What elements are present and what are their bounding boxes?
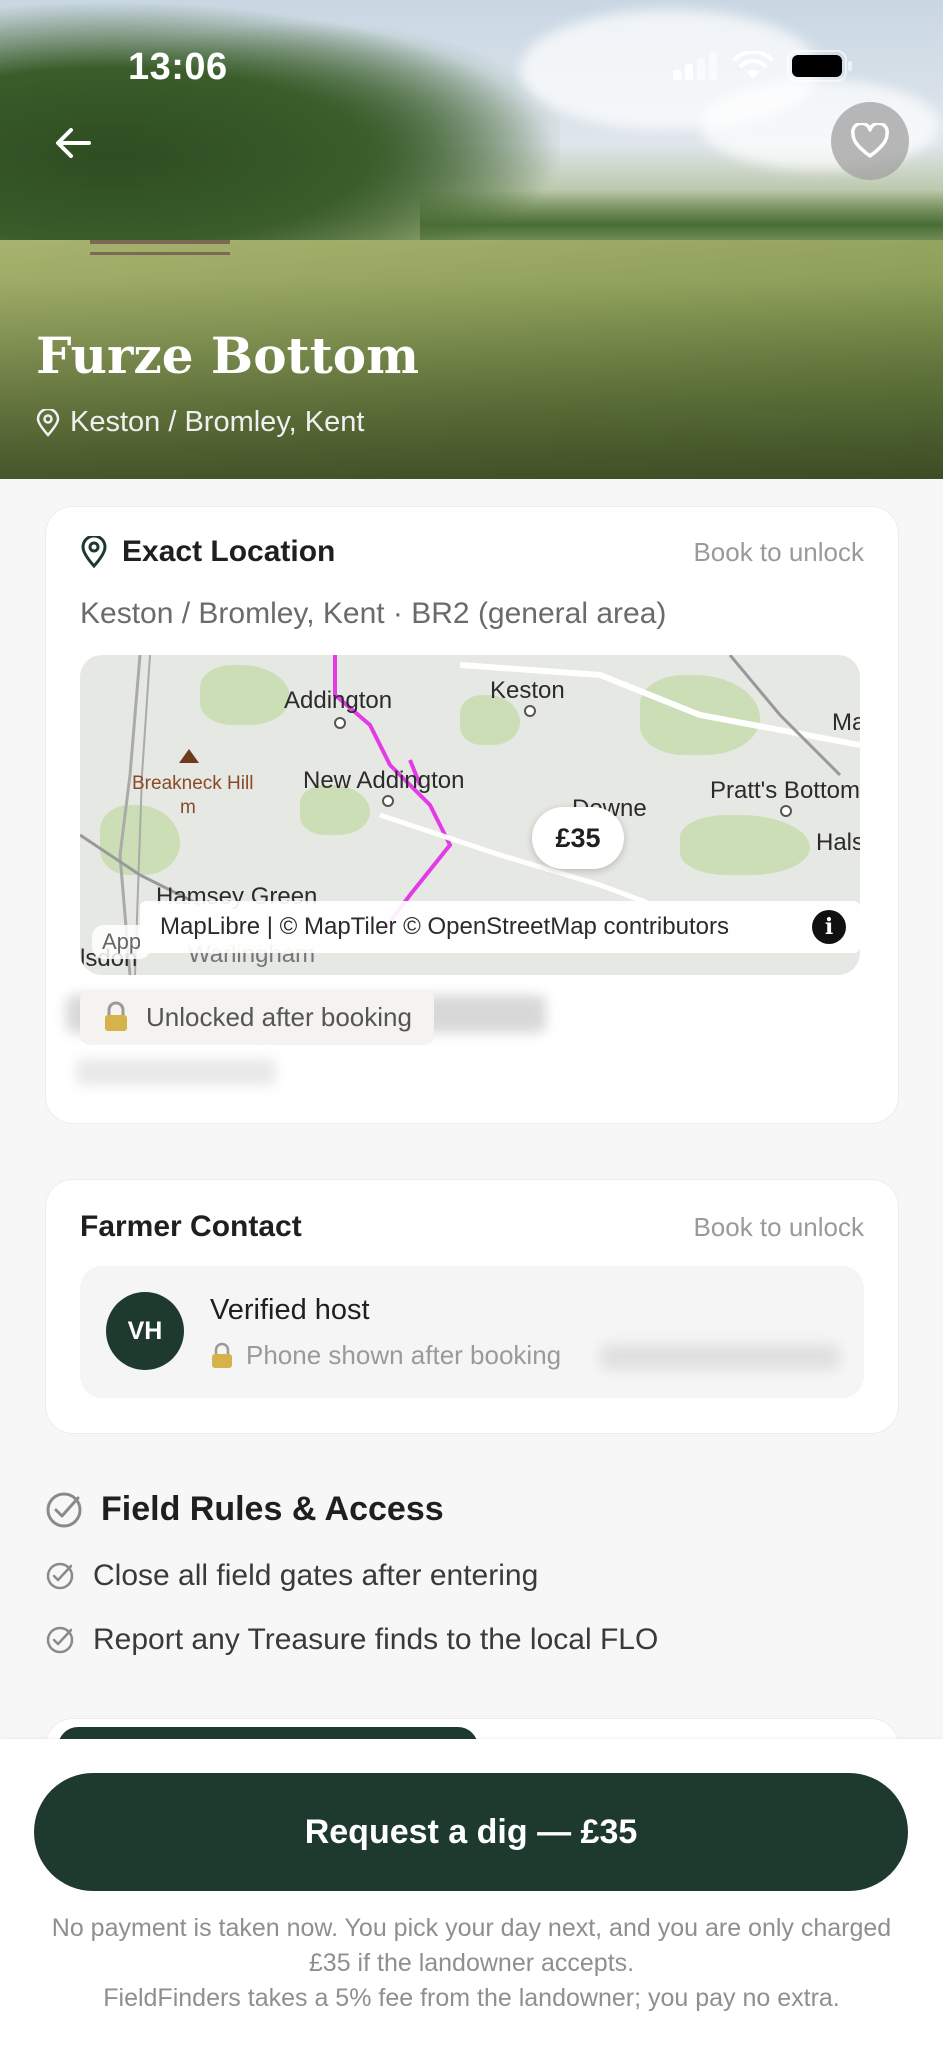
disclaimer-line: FieldFinders takes a 5% fee from the lan… xyxy=(103,1984,840,2012)
hero-fence xyxy=(90,252,230,255)
heart-icon xyxy=(851,123,889,158)
map-dot xyxy=(334,717,346,729)
status-icons xyxy=(673,50,853,82)
exact-location-title: Exact Location xyxy=(80,535,335,569)
map-pin-icon xyxy=(36,408,60,437)
map-dot xyxy=(382,795,394,807)
hero-fence xyxy=(90,240,230,244)
unlocked-after-booking-text: Unlocked after booking xyxy=(146,1001,412,1032)
request-dig-button[interactable]: Request a dig — £35 xyxy=(34,1773,908,1891)
map-attribution: MapLibre | © MapTiler © OpenStreetMap co… xyxy=(140,901,860,953)
blurred-phone xyxy=(600,1344,840,1370)
map-label: Ma xyxy=(832,709,860,736)
map-label: Pratt's Bottom xyxy=(710,777,860,804)
map-label: New Addington xyxy=(303,767,465,794)
hero-image: 13:06 Furze Bottom Keston / Bromley, Ken… xyxy=(0,0,943,479)
exact-location-title-text: Exact Location xyxy=(122,535,336,568)
favorite-button[interactable] xyxy=(831,102,909,180)
info-icon[interactable]: i xyxy=(812,910,846,944)
farmer-contact-title: Farmer Contact xyxy=(80,1210,302,1243)
map-attribution-text: MapLibre | © MapTiler © OpenStreetMap co… xyxy=(160,913,729,940)
farmer-contact-header: Farmer Contact Book to unlock xyxy=(80,1210,864,1244)
location-map[interactable]: Addington Keston Ma Breakneck Hill m New… xyxy=(80,655,860,975)
rule-item: Report any Treasure finds to the local F… xyxy=(45,1623,897,1657)
bottom-action-bar: Request a dig — £35 No payment is taken … xyxy=(0,1739,943,2048)
back-button[interactable] xyxy=(48,118,98,168)
field-rules-section: Field Rules & Access Close all field gat… xyxy=(45,1490,897,1657)
book-to-unlock-label: Book to unlock xyxy=(693,1211,864,1242)
wifi-icon xyxy=(733,51,773,79)
payment-disclaimer: No payment is taken now. You pick your d… xyxy=(40,1911,903,2016)
location-subtitle: Keston / Bromley, Kent · BR2 (general ar… xyxy=(80,597,667,630)
map-label: Breakneck Hill xyxy=(132,773,254,794)
lock-icon xyxy=(105,1001,127,1031)
book-to-unlock-label: Book to unlock xyxy=(693,536,864,567)
signal-icon xyxy=(673,52,717,80)
blurred-postcode xyxy=(76,1059,276,1085)
map-label: Addington xyxy=(284,687,393,714)
rule-text: Close all field gates after entering xyxy=(93,1559,539,1592)
status-time: 13:06 xyxy=(128,46,228,88)
exact-location-card: Exact Location Book to unlock Keston / B… xyxy=(45,506,899,1124)
map-dot xyxy=(524,705,536,717)
avatar: VH xyxy=(106,1292,184,1370)
field-rules-title: Field Rules & Access xyxy=(45,1490,897,1529)
phone-note-text: Phone shown after booking xyxy=(246,1340,562,1370)
exact-location-header: Exact Location Book to unlock xyxy=(80,535,864,569)
battery-icon xyxy=(787,50,852,82)
rule-item: Close all field gates after entering xyxy=(45,1559,897,1593)
check-circle-icon xyxy=(46,1562,74,1590)
arrow-left-icon xyxy=(56,128,91,158)
listing-title: Furze Bottom xyxy=(36,326,419,385)
listing-location: Keston / Bromley, Kent xyxy=(36,406,364,439)
host-name: Verified host xyxy=(210,1294,370,1326)
price-pin[interactable]: £35 xyxy=(532,807,624,869)
map-label: m xyxy=(180,797,196,818)
host-row: VH Verified host Phone shown after booki… xyxy=(80,1266,864,1398)
host-phone-note: Phone shown after booking xyxy=(210,1340,561,1371)
peak-icon xyxy=(179,749,199,763)
rule-text: Report any Treasure finds to the local F… xyxy=(93,1623,659,1656)
check-circle-icon xyxy=(46,1626,74,1654)
map-label: Keston xyxy=(490,677,565,704)
disclaimer-line: No payment is taken now. You pick your d… xyxy=(51,1914,892,1977)
lock-icon xyxy=(212,1342,232,1368)
map-dot xyxy=(780,805,792,817)
farmer-contact-card: Farmer Contact Book to unlock VH Verifie… xyxy=(45,1179,899,1434)
listing-location-text: Keston / Bromley, Kent xyxy=(70,406,365,438)
check-circle-icon xyxy=(46,1492,82,1527)
map-label: Hals xyxy=(816,829,860,856)
unlocked-after-booking-chip: Unlocked after booking xyxy=(80,989,434,1045)
map-pin-icon xyxy=(81,536,107,568)
field-rules-title-text: Field Rules & Access xyxy=(101,1490,444,1528)
